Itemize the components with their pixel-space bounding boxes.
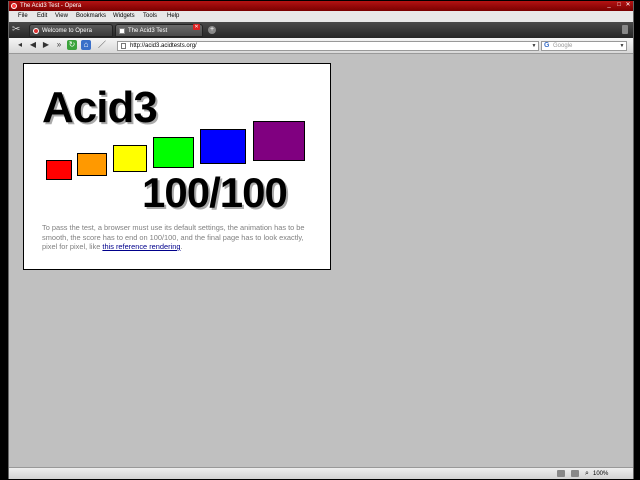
tab-close-icon[interactable]: ✕ bbox=[193, 24, 200, 30]
chevron-down-icon[interactable]: ▼ bbox=[618, 42, 626, 50]
window-title: The Acid3 Test - Opera bbox=[20, 3, 82, 9]
green-square bbox=[153, 137, 194, 168]
chevron-down-icon[interactable]: ▼ bbox=[530, 42, 538, 50]
yellow-square bbox=[113, 145, 147, 172]
search-placeholder: Google bbox=[553, 43, 573, 49]
zoom-search-icon: ⌕ bbox=[585, 470, 589, 477]
description-text: To pass the test, a browser must use its… bbox=[42, 223, 314, 252]
score: 100/100 bbox=[142, 169, 288, 216]
menu-tools[interactable]: Tools bbox=[143, 11, 157, 22]
address-url: http://acid3.acidtests.org/ bbox=[130, 43, 197, 49]
status-bar: ⌕ 100% bbox=[9, 467, 633, 479]
menu-help[interactable]: Help bbox=[167, 11, 179, 22]
orange-square bbox=[77, 153, 107, 176]
opera-tab-icon bbox=[33, 28, 39, 34]
menu-bar: File Edit View Bookmarks Widgets Tools H… bbox=[9, 11, 633, 22]
search-field[interactable]: G Google ▼ bbox=[541, 41, 627, 51]
zoom-level[interactable]: 100% bbox=[593, 468, 608, 479]
new-tab-icon[interactable]: + bbox=[208, 26, 216, 34]
home-icon[interactable]: ⌂ bbox=[81, 40, 91, 50]
google-icon: G bbox=[544, 42, 550, 49]
browser-window: The Acid3 Test - Opera _ □ ✕ File Edit V… bbox=[8, 1, 634, 479]
close-icon[interactable]: ✕ bbox=[624, 2, 632, 9]
acid3-panel: Acid3 100/100 To pass the test, a browse… bbox=[23, 63, 331, 270]
menu-file[interactable]: File bbox=[18, 11, 28, 22]
tab-label: The Acid3 Test bbox=[128, 28, 168, 34]
page-tab-icon bbox=[119, 28, 125, 34]
maximize-icon[interactable]: □ bbox=[615, 2, 623, 9]
menu-bookmarks[interactable]: Bookmarks bbox=[76, 11, 106, 22]
back-icon[interactable]: ◀ bbox=[28, 40, 38, 50]
fast-forward-icon[interactable]: » bbox=[54, 40, 64, 50]
menu-view[interactable]: View bbox=[55, 11, 68, 22]
navigation-bar: ◂ ◀ ▶ » ↻ ⌂ ／ http://acid3.acidtests.org… bbox=[9, 38, 633, 54]
red-square bbox=[46, 160, 72, 180]
menu-edit[interactable]: Edit bbox=[37, 11, 47, 22]
blue-square bbox=[200, 129, 246, 164]
opera-logo-icon bbox=[11, 3, 17, 9]
page-icon bbox=[121, 43, 126, 49]
forward-icon[interactable]: ▶ bbox=[41, 40, 51, 50]
page-title: Acid3 bbox=[42, 83, 158, 132]
tab-bar: ✂ Welcome to Opera The Acid3 Test ✕ + bbox=[9, 22, 633, 38]
rewind-icon[interactable]: ◂ bbox=[15, 40, 25, 50]
menu-widgets[interactable]: Widgets bbox=[113, 11, 135, 22]
description-end: . bbox=[180, 242, 183, 251]
page-content: Acid3 100/100 To pass the test, a browse… bbox=[9, 54, 633, 467]
edit-pen-icon[interactable]: ／ bbox=[97, 40, 107, 50]
image-toggle-icon[interactable] bbox=[571, 470, 579, 477]
title-bar: The Acid3 Test - Opera _ □ ✕ bbox=[9, 1, 633, 11]
screen: The Acid3 Test - Opera _ □ ✕ File Edit V… bbox=[0, 0, 640, 480]
tab-acid3[interactable]: The Acid3 Test ✕ bbox=[115, 24, 203, 37]
reload-icon[interactable]: ↻ bbox=[67, 40, 77, 50]
tools-menu-icon[interactable]: ✂ bbox=[12, 25, 20, 35]
reference-rendering-link[interactable]: this reference rendering bbox=[102, 242, 180, 251]
address-bar[interactable]: http://acid3.acidtests.org/ ▼ bbox=[117, 41, 539, 51]
network-icon[interactable] bbox=[557, 470, 565, 477]
tab-welcome[interactable]: Welcome to Opera bbox=[29, 24, 113, 37]
purple-square bbox=[253, 121, 305, 161]
trash-icon[interactable] bbox=[622, 25, 628, 34]
tab-label: Welcome to Opera bbox=[42, 28, 92, 34]
minimize-icon[interactable]: _ bbox=[605, 2, 613, 9]
